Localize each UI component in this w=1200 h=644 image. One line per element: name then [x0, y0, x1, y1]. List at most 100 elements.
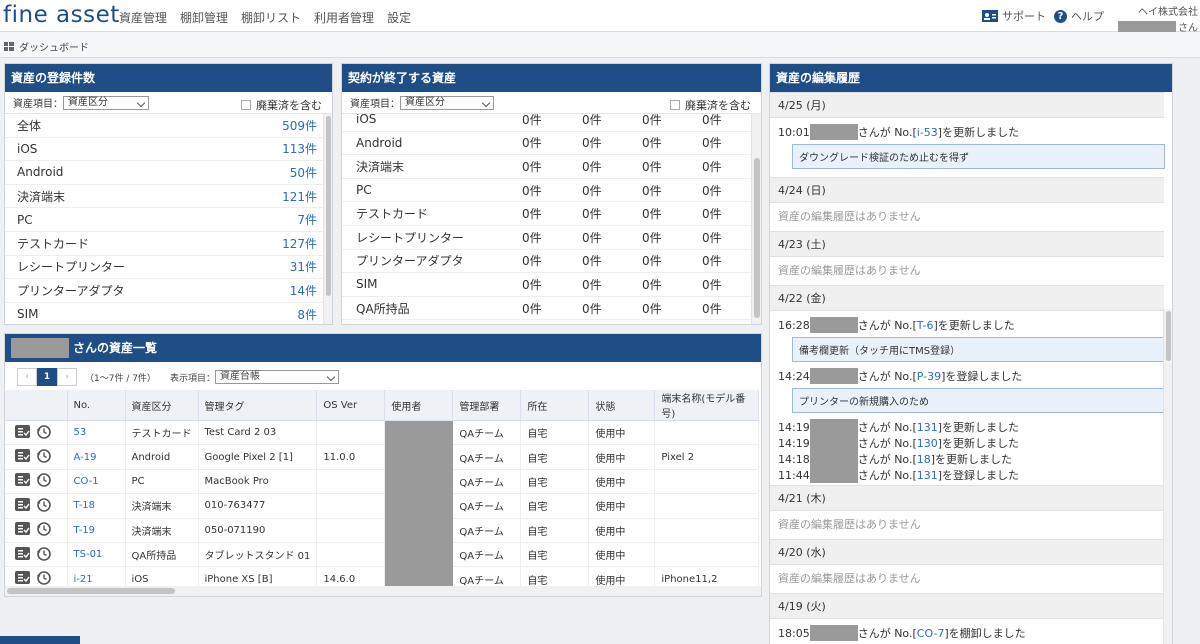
- history-icon[interactable]: [36, 448, 51, 466]
- asset-row[interactable]: T-18 決済端末 010-763477 QAチーム 自宅 使用中: [5, 493, 760, 519]
- account-menu[interactable]: ヘイ株式会社 さん: [1110, 3, 1198, 34]
- breadcrumb-bar: ダッシュボード: [0, 32, 1200, 58]
- asset-table-scrollbar[interactable]: [5, 586, 761, 596]
- nav-asset-management[interactable]: 資産管理: [119, 9, 167, 26]
- history-scrollbar[interactable]: [1163, 309, 1172, 644]
- scroll-thumb[interactable]: [326, 116, 331, 296]
- history-entry: 11:44 さんが No.[131]を登録しました: [770, 467, 1164, 483]
- contract-row-count: 0件: [582, 230, 602, 245]
- contract-include-disposed[interactable]: 廃棄済を含む: [670, 97, 751, 113]
- asset-actions: [5, 518, 68, 543]
- contract-row-count: 0件: [702, 183, 722, 198]
- asset-cell-no[interactable]: CO-1: [67, 469, 126, 495]
- edit-icon[interactable]: [15, 473, 30, 489]
- scroll-thumb[interactable]: [754, 158, 760, 318]
- dashboard-icon: [4, 42, 14, 51]
- edit-history-list: 4/25 (月) 10:01 さんが No.[i-53]を更新しました ダウングレード…: [770, 92, 1165, 643]
- nav-settings[interactable]: 設定: [387, 9, 411, 26]
- asset-row[interactable]: 53 テストカード Test Card 2 03 QAチーム 自宅 使用中: [5, 420, 760, 446]
- checkbox-icon[interactable]: [670, 100, 680, 110]
- asset-row[interactable]: A-19 Android Google Pixel 2 [1] 11.0.0 QAチーム…: [5, 444, 760, 470]
- registered-category-select[interactable]: 資産区分: [63, 95, 149, 110]
- display-items-label: 表示項目：: [169, 373, 215, 384]
- history-time: 14:19: [778, 436, 810, 450]
- history-icon[interactable]: [36, 497, 51, 515]
- history-icon[interactable]: [36, 472, 51, 490]
- registered-row-count[interactable]: 127件: [282, 235, 317, 252]
- history-action: ]を登録しました: [937, 469, 1020, 482]
- prev-page-button[interactable]: ‹: [17, 368, 37, 386]
- registered-row-count[interactable]: 14件: [290, 282, 317, 299]
- nav-inventory-list[interactable]: 棚卸リスト: [241, 9, 301, 26]
- edit-icon[interactable]: [15, 546, 30, 563]
- registered-row-label: PC: [17, 212, 33, 227]
- edit-icon[interactable]: [15, 424, 30, 441]
- registered-row-count[interactable]: 113件: [282, 140, 317, 157]
- contract-scrollbar[interactable]: [751, 114, 761, 324]
- history-icon[interactable]: [36, 424, 51, 442]
- nav-user-management[interactable]: 利用者管理: [314, 9, 374, 26]
- help-link[interactable]: ? ヘルプ: [1054, 8, 1104, 24]
- next-page-button[interactable]: ›: [57, 368, 77, 386]
- display-items-select[interactable]: 資産台帳: [214, 370, 339, 384]
- registered-row: iOS 113件: [5, 138, 323, 162]
- registered-row-count[interactable]: 7件: [297, 211, 317, 228]
- nav-inventory-management[interactable]: 棚卸管理: [180, 9, 228, 26]
- history-asset-link[interactable]: 130: [917, 437, 938, 450]
- scroll-thumb[interactable]: [1166, 311, 1171, 361]
- registered-row-count[interactable]: 31件: [290, 258, 317, 275]
- contract-ending-panel: 契約が終了する資産 資産項目： 資産区分 廃棄済を含む iOS 0件 0件 0件 0件 A…: [341, 63, 762, 325]
- history-icon[interactable]: [36, 521, 51, 539]
- history-date: 4/21 (木): [770, 485, 1164, 511]
- asset-cell-no[interactable]: 53: [67, 420, 126, 446]
- page-1-button[interactable]: 1: [37, 368, 57, 386]
- history-asset-link[interactable]: 18: [917, 453, 931, 466]
- support-link[interactable]: サポート: [982, 8, 1046, 24]
- logo[interactable]: fine asset: [3, 2, 120, 28]
- contract-row-count: 0件: [582, 207, 602, 222]
- registered-count-title: 資産の登録件数: [5, 64, 332, 92]
- asset-row[interactable]: T-19 決済端末 050-071190 QAチーム 自宅 使用中: [5, 518, 760, 543]
- column-header[interactable]: 使用者: [384, 390, 454, 421]
- history-user-redacted: [809, 625, 858, 641]
- registered-include-disposed[interactable]: 廃棄済を含む: [241, 97, 322, 113]
- registered-row-count[interactable]: 50件: [290, 164, 317, 181]
- contract-category-select[interactable]: 資産区分: [400, 95, 494, 110]
- registered-scrollbar[interactable]: [323, 114, 332, 324]
- column-header[interactable]: 管理タグ: [198, 390, 318, 421]
- history-asset-link[interactable]: P-39: [917, 370, 941, 383]
- history-icon[interactable]: [36, 546, 51, 564]
- column-header[interactable]: 状態: [588, 390, 656, 421]
- asset-cell-no[interactable]: T-18: [67, 493, 126, 519]
- registered-row-count[interactable]: 509件: [282, 117, 317, 134]
- column-header[interactable]: 所在: [520, 390, 590, 421]
- edit-icon[interactable]: [15, 497, 30, 514]
- asset-cell-no[interactable]: T-19: [67, 518, 126, 543]
- asset-cell-model: Pixel 2: [654, 444, 760, 470]
- history-asset-link[interactable]: CO-7: [917, 627, 945, 640]
- contract-row-count: 0件: [702, 159, 722, 174]
- asset-row[interactable]: CO-1 PC MacBook Pro QAチーム 自宅 使用中: [5, 469, 760, 495]
- contract-row-label: SIM: [356, 277, 378, 292]
- edit-icon[interactable]: [15, 571, 30, 587]
- column-header[interactable]: No.: [67, 390, 126, 421]
- edit-icon[interactable]: [15, 449, 30, 465]
- column-header[interactable]: 資産区分: [125, 390, 199, 421]
- history-asset-link[interactable]: 131: [917, 469, 938, 482]
- registered-row-count[interactable]: 8件: [297, 306, 317, 323]
- history-asset-link[interactable]: T-6: [917, 319, 934, 332]
- asset-cell-no[interactable]: A-19: [67, 444, 126, 470]
- registered-row-label: プリンターアダプタ: [17, 283, 125, 298]
- edit-icon[interactable]: [15, 522, 30, 538]
- asset-cell-no[interactable]: TS-01: [67, 542, 126, 568]
- column-header[interactable]: 端末名称(モデル番号): [654, 390, 760, 421]
- checkbox-icon[interactable]: [241, 100, 251, 110]
- scroll-thumb[interactable]: [7, 588, 175, 594]
- registered-row: 決済端末 121件: [5, 185, 323, 209]
- history-asset-link[interactable]: 131: [917, 421, 938, 434]
- history-asset-link[interactable]: i-53: [917, 126, 938, 139]
- column-header[interactable]: 管理部署: [452, 390, 522, 421]
- registered-row-count[interactable]: 121件: [282, 188, 317, 205]
- asset-row[interactable]: TS-01 QA所持品 タブレットスタンド 01 QAチーム 自宅 使用中: [5, 542, 760, 568]
- column-header[interactable]: OS Ver: [316, 390, 386, 421]
